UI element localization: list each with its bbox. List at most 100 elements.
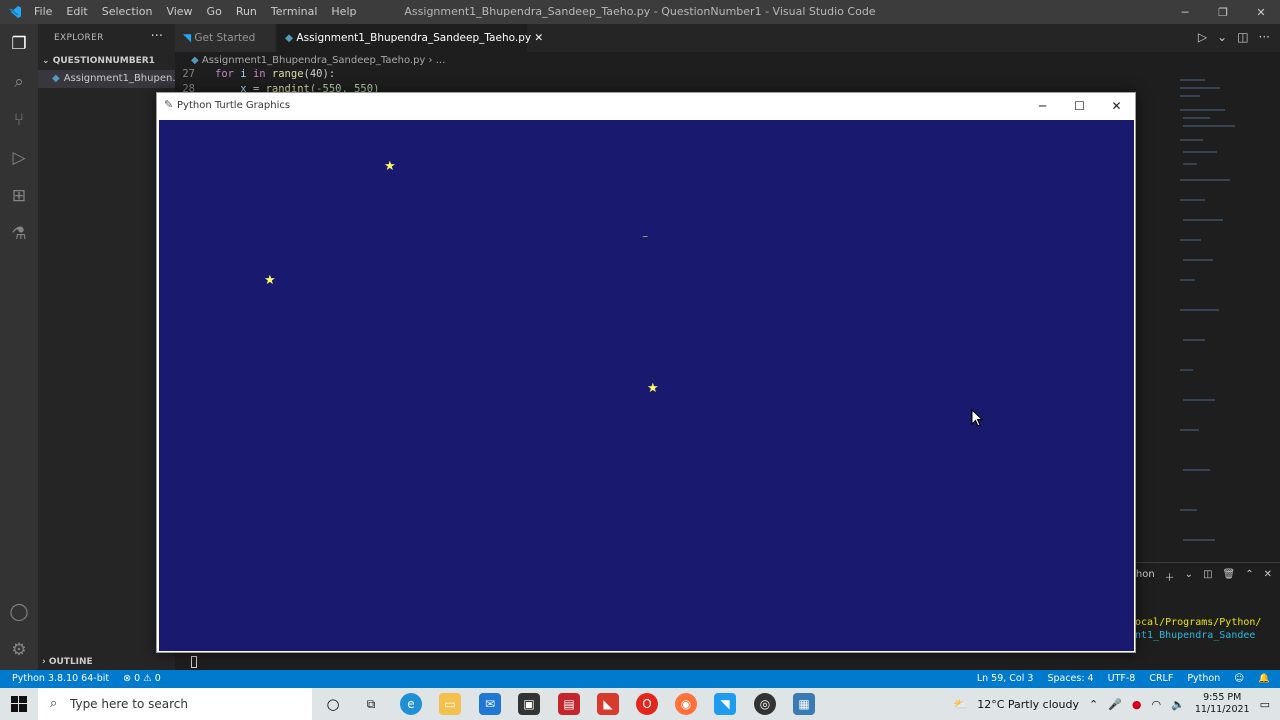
minimize-button[interactable]: ─ (1024, 93, 1061, 119)
cortana-icon[interactable]: ○ (322, 693, 344, 715)
close-panel-icon[interactable]: ✕ (1264, 569, 1272, 584)
start-button[interactable] (0, 688, 38, 720)
outline-label: OUTLINE (48, 657, 93, 667)
firefox-icon[interactable]: ◉ (675, 693, 697, 715)
run-dropdown-icon[interactable]: ⌄ (1217, 30, 1227, 44)
system-tray: ⛅ 12°C Partly cloudy ⌃ 🎤 ● ◠ 🔈 9:55 PM 1… (954, 688, 1280, 720)
windows-logo-icon (11, 696, 27, 712)
search-icon[interactable]: ⌕ (7, 70, 31, 94)
python-file-icon: ◆ (52, 73, 60, 84)
python-taskbar-icon[interactable]: ▦ (793, 693, 815, 715)
maximize-button[interactable]: ☐ (1061, 93, 1098, 119)
weather-icon: ⛅ (953, 697, 968, 711)
outline-section[interactable]: › OUTLINE (42, 657, 93, 667)
extensions-icon[interactable]: ⊞ (7, 184, 31, 208)
feedback-icon[interactable]: ☺ (1234, 670, 1244, 688)
chevron-down-icon[interactable]: ⌄ (1185, 569, 1193, 584)
terminal-cursor (191, 656, 197, 668)
breadcrumb-separator: › (428, 55, 433, 66)
tray-app-icon[interactable]: ● (1132, 698, 1142, 711)
turtle-window-controls: ─ ☐ ✕ (1024, 93, 1135, 119)
line-number: 27 (182, 68, 195, 80)
notification-center-icon[interactable]: ▭ (1260, 698, 1270, 711)
file-explorer-icon[interactable]: ▭ (439, 693, 461, 715)
code-token: range (265, 68, 304, 80)
notifications-icon[interactable]: 🔔 (1258, 670, 1270, 688)
chevron-down-icon: ⌄ (42, 56, 53, 66)
code-token: in (252, 68, 266, 80)
split-terminal-icon[interactable]: ◫ (1203, 569, 1212, 584)
explorer-icon[interactable]: ❐ (7, 32, 31, 56)
taskbar-search[interactable]: ⌕ Type here to search (38, 688, 312, 720)
wifi-icon[interactable]: ◠ (1152, 698, 1162, 711)
indentation[interactable]: Spaces: 4 (1047, 670, 1093, 688)
cursor-position[interactable]: Ln 59, Col 3 (977, 670, 1034, 688)
python-file-icon: ◆ (191, 55, 202, 66)
source-control-icon[interactable]: ⑂ (7, 108, 31, 132)
line-ending[interactable]: CRLF (1149, 670, 1173, 688)
file-item-label: Assignment1_Bhupen... (63, 73, 175, 84)
close-button[interactable]: ✕ (1098, 93, 1135, 119)
explorer-header: EXPLORER (54, 33, 104, 43)
opera-icon[interactable]: O (636, 693, 658, 715)
minimize-button[interactable]: ─ (1166, 0, 1204, 24)
title-bar: File Edit Selection View Go Run Terminal… (0, 0, 1280, 24)
run-debug-icon[interactable]: ▷ (7, 146, 31, 170)
mail-icon[interactable]: ✉ (479, 693, 501, 715)
close-button[interactable]: ✕ (1242, 0, 1280, 24)
store-icon[interactable]: ▣ (518, 693, 540, 715)
task-view-icon[interactable]: ⧉ (360, 693, 382, 715)
tab-active-file-label: Assignment1_Bhupendra_Sandeep_Taeho.py (296, 32, 532, 44)
chevron-up-icon[interactable]: ⌃ (1245, 569, 1253, 584)
more-actions-icon[interactable]: ··· (1259, 30, 1270, 44)
breadcrumb-more[interactable]: ... (436, 55, 446, 66)
vscode-tab-icon: ◥ (183, 32, 195, 44)
new-terminal-icon[interactable]: ＋ (1165, 569, 1175, 584)
terminal-output-line: nt1_Bhupendra_Sandee (1135, 630, 1256, 641)
file-item[interactable]: ◆ Assignment1_Bhupen... (38, 70, 175, 88)
restore-button[interactable]: ❐ (1204, 0, 1242, 24)
tab-get-started[interactable]: ◥ Get Started (175, 24, 275, 52)
split-editor-icon[interactable]: ◫ (1237, 30, 1248, 44)
trash-icon[interactable]: 🗑 (1223, 569, 1236, 584)
tab-close-icon[interactable]: ✕ (534, 32, 543, 44)
breadcrumb-file[interactable]: Assignment1_Bhupendra_Sandeep_Taeho.py (202, 55, 425, 66)
language-mode[interactable]: Python (1187, 670, 1220, 688)
pdf-reader-icon[interactable]: ◣ (597, 693, 619, 715)
microphone-icon[interactable]: 🎤 (1108, 698, 1122, 711)
weather-text[interactable]: 12°C Partly cloudy (977, 698, 1079, 711)
workspace-folder[interactable]: ⌄ QUESTIONNUMBER1 (42, 56, 155, 66)
editor-actions: ▷ ⌄ ◫ ··· (1198, 30, 1270, 44)
explorer-sidebar: EXPLORER ··· ⌄ QUESTIONNUMBER1 ◆ Assignme… (38, 24, 175, 670)
star-shape: ★ (384, 159, 396, 174)
settings-gear-icon[interactable]: ⚙ (7, 638, 31, 662)
edge-browser-icon[interactable]: e (400, 693, 422, 715)
testing-icon[interactable]: ⚗ (7, 222, 31, 246)
minimap[interactable] (1175, 70, 1255, 570)
python-interpreter[interactable]: Python 3.8.10 64-bit (12, 670, 109, 688)
vscode-taskbar-icon[interactable]: ◥ (714, 693, 736, 715)
run-file-icon[interactable]: ▷ (1198, 30, 1207, 44)
account-icon[interactable]: ◯ (7, 600, 31, 624)
problems-indicator[interactable]: ⊗ 0 ⚠ 0 (123, 670, 161, 688)
star-shape: ★ (647, 381, 659, 396)
volume-icon[interactable]: 🔈 (1171, 698, 1185, 711)
chevron-right-icon: › (42, 657, 49, 667)
feather-icon: ✎ (164, 98, 174, 111)
more-actions-icon[interactable]: ··· (151, 29, 163, 44)
red-app-icon[interactable]: ▤ (558, 693, 580, 715)
encoding[interactable]: UTF-8 (1108, 670, 1136, 688)
search-icon: ⌕ (50, 696, 58, 711)
code-token: (40): (303, 68, 336, 80)
turtle-shape: ⁻ (642, 231, 649, 245)
chevron-up-icon[interactable]: ⌃ (1089, 698, 1098, 711)
tab-active-file[interactable]: ◆ Assignment1_Bhupendra_Sandeep_Taeho.py… (277, 24, 543, 52)
turtle-title-bar[interactable]: ✎ Python Turtle Graphics ─ ☐ ✕ (157, 93, 1135, 119)
workspace-folder-label: QUESTIONNUMBER1 (52, 56, 155, 66)
tab-get-started-label: Get Started (194, 32, 256, 44)
turtle-window-title: Python Turtle Graphics (177, 100, 291, 111)
clock[interactable]: 9:55 PM 11/11/2021 (1195, 692, 1250, 716)
obs-icon[interactable]: ◎ (754, 693, 776, 715)
turtle-graphics-window: ✎ Python Turtle Graphics ─ ☐ ✕ ★ ★ ★ ⁻ (156, 92, 1136, 653)
turtle-canvas[interactable]: ★ ★ ★ ⁻ (159, 120, 1134, 651)
